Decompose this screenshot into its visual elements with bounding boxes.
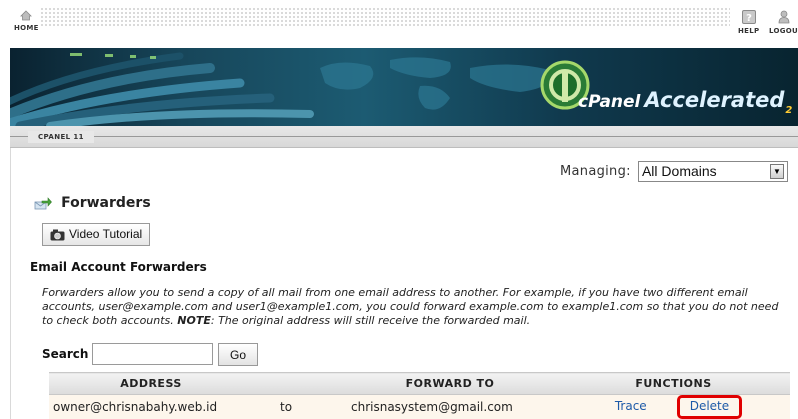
breadcrumb: CPANEL 11 — [10, 126, 798, 148]
forwarders-icon — [34, 196, 52, 209]
managing-label: Managing: — [560, 164, 631, 179]
logout-label: LOGOU — [769, 27, 798, 35]
note-label: NOTE — [177, 314, 211, 327]
top-toolbar: HOME ? HELP LOGOU — [0, 0, 798, 48]
brand-version: 2 — [785, 105, 793, 116]
logout-button[interactable]: LOGOU — [769, 10, 798, 35]
video-tutorial-button[interactable]: Video Tutorial — [42, 223, 151, 246]
column-header-functions: FUNCTIONS — [557, 372, 790, 395]
forwarder-destination: chrisnasystem@gmail.com — [343, 394, 557, 419]
trace-link[interactable]: Trace — [615, 399, 647, 413]
table-row: owner@chrisnabahy.web.id to chrisnasyste… — [49, 394, 790, 419]
home-label: HOME — [14, 24, 39, 32]
brand-wordmark: cPanel Accelerated2 — [578, 88, 792, 116]
delete-link[interactable]: Delete — [676, 395, 743, 419]
breadcrumb-item-cpanel[interactable]: CPANEL 11 — [28, 131, 94, 143]
home-button[interactable]: HOME — [14, 10, 39, 32]
forwarders-table: ADDRESS FORWARD TO FUNCTIONS owner@chris… — [49, 372, 790, 419]
home-icon — [20, 10, 33, 21]
go-button[interactable]: Go — [218, 343, 258, 366]
help-button[interactable]: ? HELP — [738, 10, 759, 35]
dropdown-arrow-icon[interactable]: ▼ — [769, 164, 784, 179]
column-header-forward-to[interactable]: FORWARD TO — [343, 372, 557, 395]
forwarder-to-label: to — [253, 394, 343, 419]
column-header-spacer — [253, 372, 343, 395]
column-header-address[interactable]: ADDRESS — [49, 372, 253, 395]
help-label: HELP — [738, 27, 760, 35]
table-header-row: ADDRESS FORWARD TO FUNCTIONS — [49, 372, 790, 395]
brand-accent: Accelerated — [644, 88, 785, 112]
video-tutorial-label: Video Tutorial — [69, 227, 143, 241]
forwarder-address: owner@chrisnabahy.web.id — [49, 394, 253, 419]
domain-select[interactable]: All Domains ▼ — [637, 161, 788, 182]
user-icon — [778, 10, 789, 24]
page-title: Forwarders — [61, 194, 151, 211]
description-part-2: : The original address will still receiv… — [210, 314, 531, 327]
breadcrumb-divider — [10, 136, 798, 137]
help-icon: ? — [741, 10, 756, 24]
toolbar-pattern — [40, 7, 730, 27]
description-text: Forwarders allow you to send a copy of a… — [42, 286, 790, 328]
section-heading: Email Account Forwarders — [30, 260, 207, 274]
brand-name: cPanel — [578, 92, 641, 112]
search-input[interactable] — [92, 343, 213, 365]
svg-text:?: ? — [746, 13, 752, 24]
header-banner: cPanel Accelerated2 — [10, 48, 798, 126]
managing-selector: Managing: All Domains ▼ — [560, 161, 788, 182]
camera-icon — [50, 229, 65, 241]
page-header: Forwarders — [34, 192, 151, 211]
forwarder-functions: Trace Delete — [557, 394, 790, 419]
search-label: Search — [42, 347, 89, 361]
domain-select-value: All Domains — [641, 163, 717, 179]
